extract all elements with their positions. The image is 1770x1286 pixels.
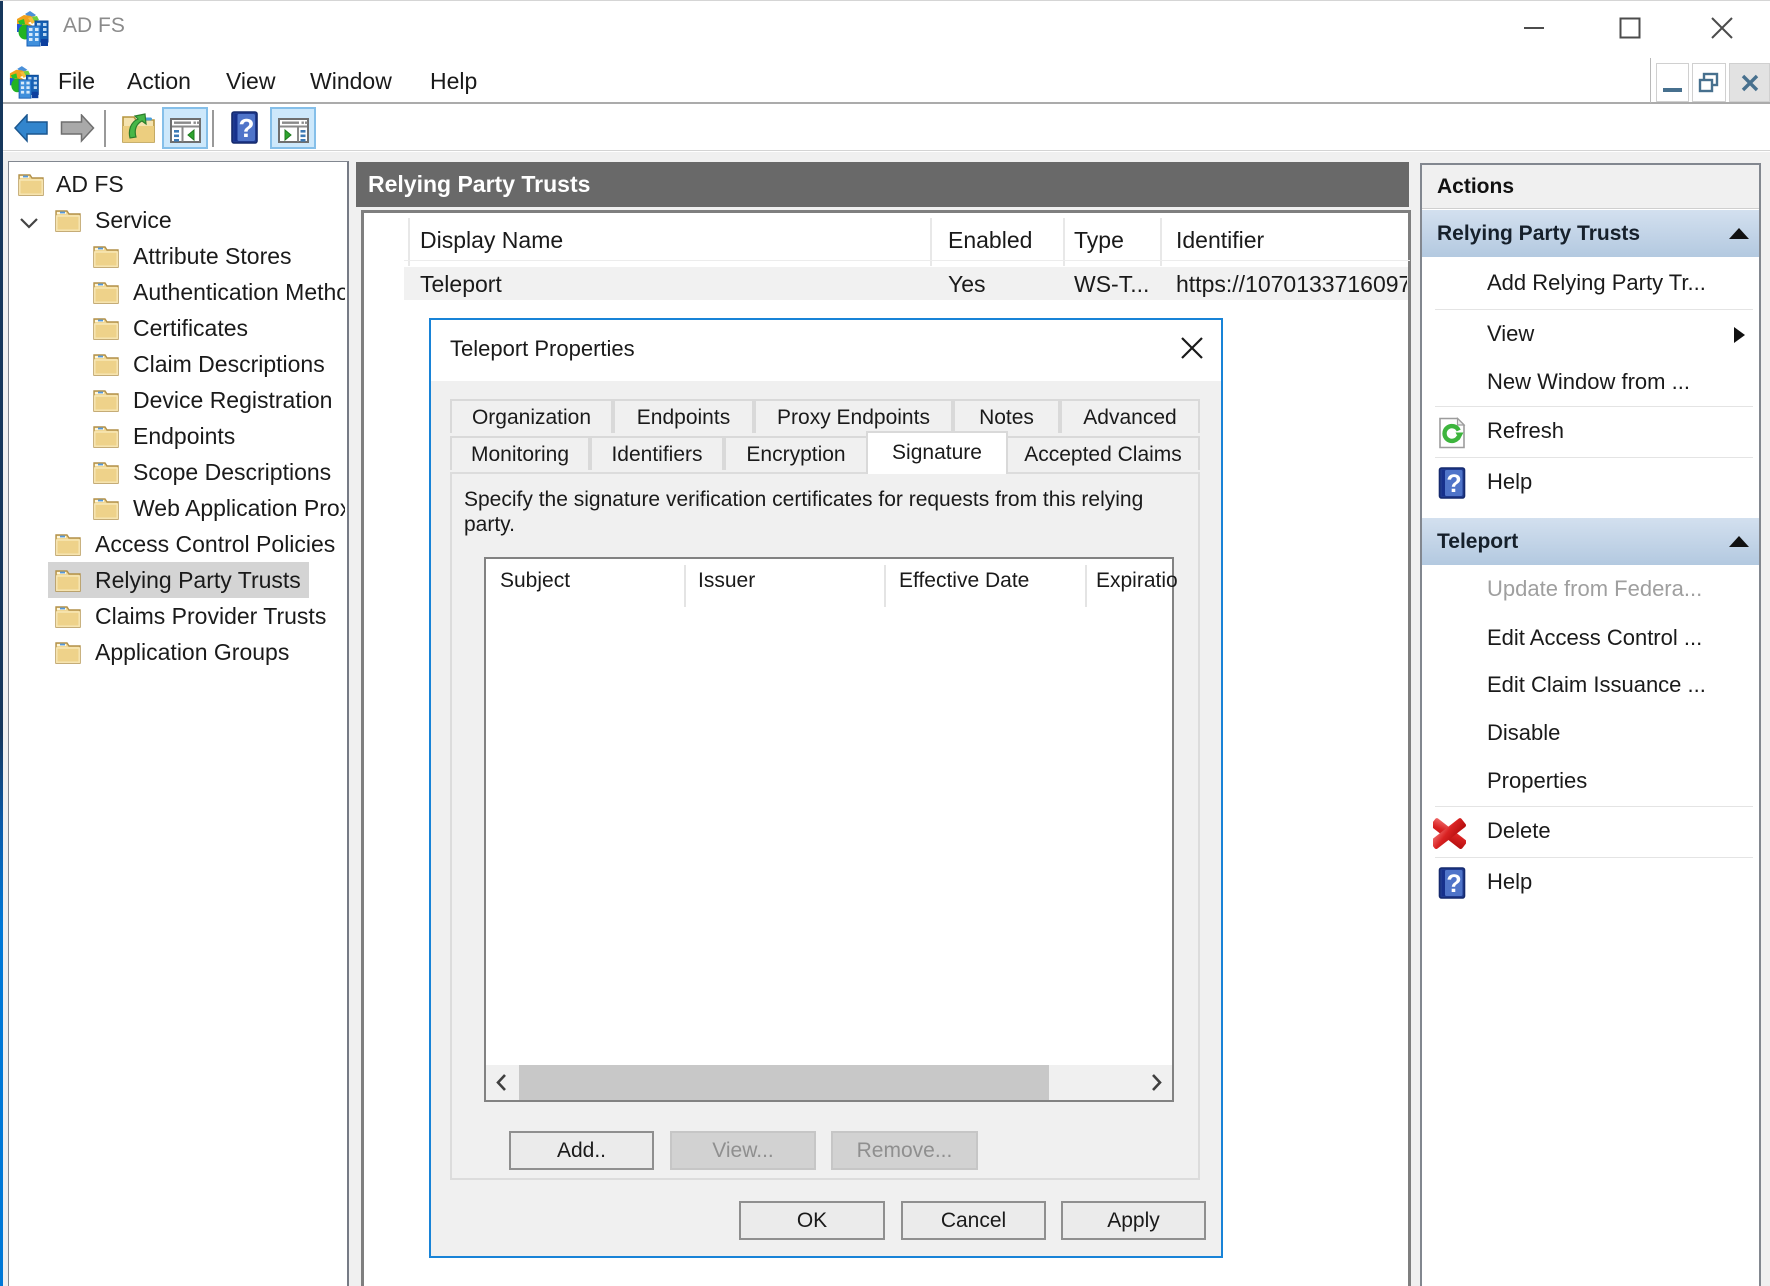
svg-text:?: ?: [239, 113, 255, 143]
svg-text:?: ?: [1446, 870, 1461, 898]
svg-text:?: ?: [1446, 470, 1461, 498]
